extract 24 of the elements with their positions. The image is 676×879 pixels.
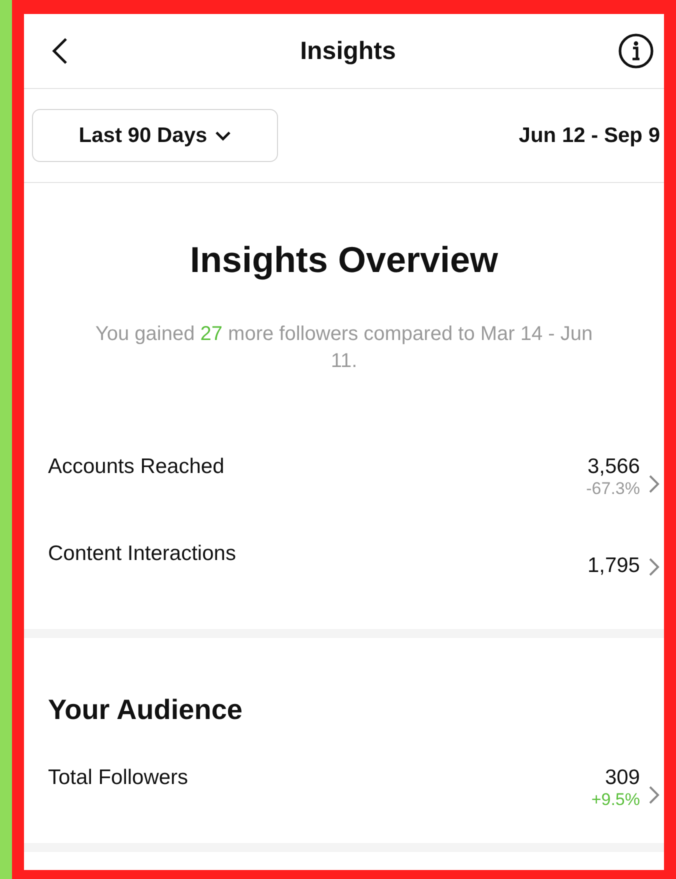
date-range: Jun 12 - Sep 9 (518, 124, 660, 148)
metric-value: 1,795 (587, 554, 640, 578)
metric-label: Total Followers (48, 766, 188, 790)
date-range-dropdown[interactable]: Last 90 Days (32, 109, 278, 162)
metric-row-link[interactable]: 309 +9.5% (591, 766, 660, 810)
chevron-right-icon (648, 785, 660, 805)
summary-text: You gained 27 more followers compared to Mar 14 - Jun 11. (94, 322, 594, 374)
info-button[interactable] (616, 31, 656, 71)
section-title: Your Audience (48, 694, 244, 726)
metric-label: Accounts Reached (48, 455, 224, 479)
metric-label: Content Interactions (48, 542, 236, 566)
metric-change: +9.5% (591, 790, 640, 810)
section-title: Insights Overview (188, 239, 500, 281)
metric-row-link[interactable]: 1,795 (587, 542, 660, 578)
info-icon (618, 33, 654, 69)
metric-row-link[interactable]: 3,566 -67.3% (586, 455, 660, 499)
metric-value: 3,566 (587, 455, 640, 479)
back-icon (52, 37, 68, 65)
chevron-down-icon (215, 130, 232, 140)
page-title: Insights (300, 36, 396, 66)
chevron-right-icon (648, 557, 660, 577)
chevron-right-icon (648, 474, 660, 494)
metric-change: -67.3% (586, 479, 640, 499)
metric-value: 309 (604, 766, 640, 790)
